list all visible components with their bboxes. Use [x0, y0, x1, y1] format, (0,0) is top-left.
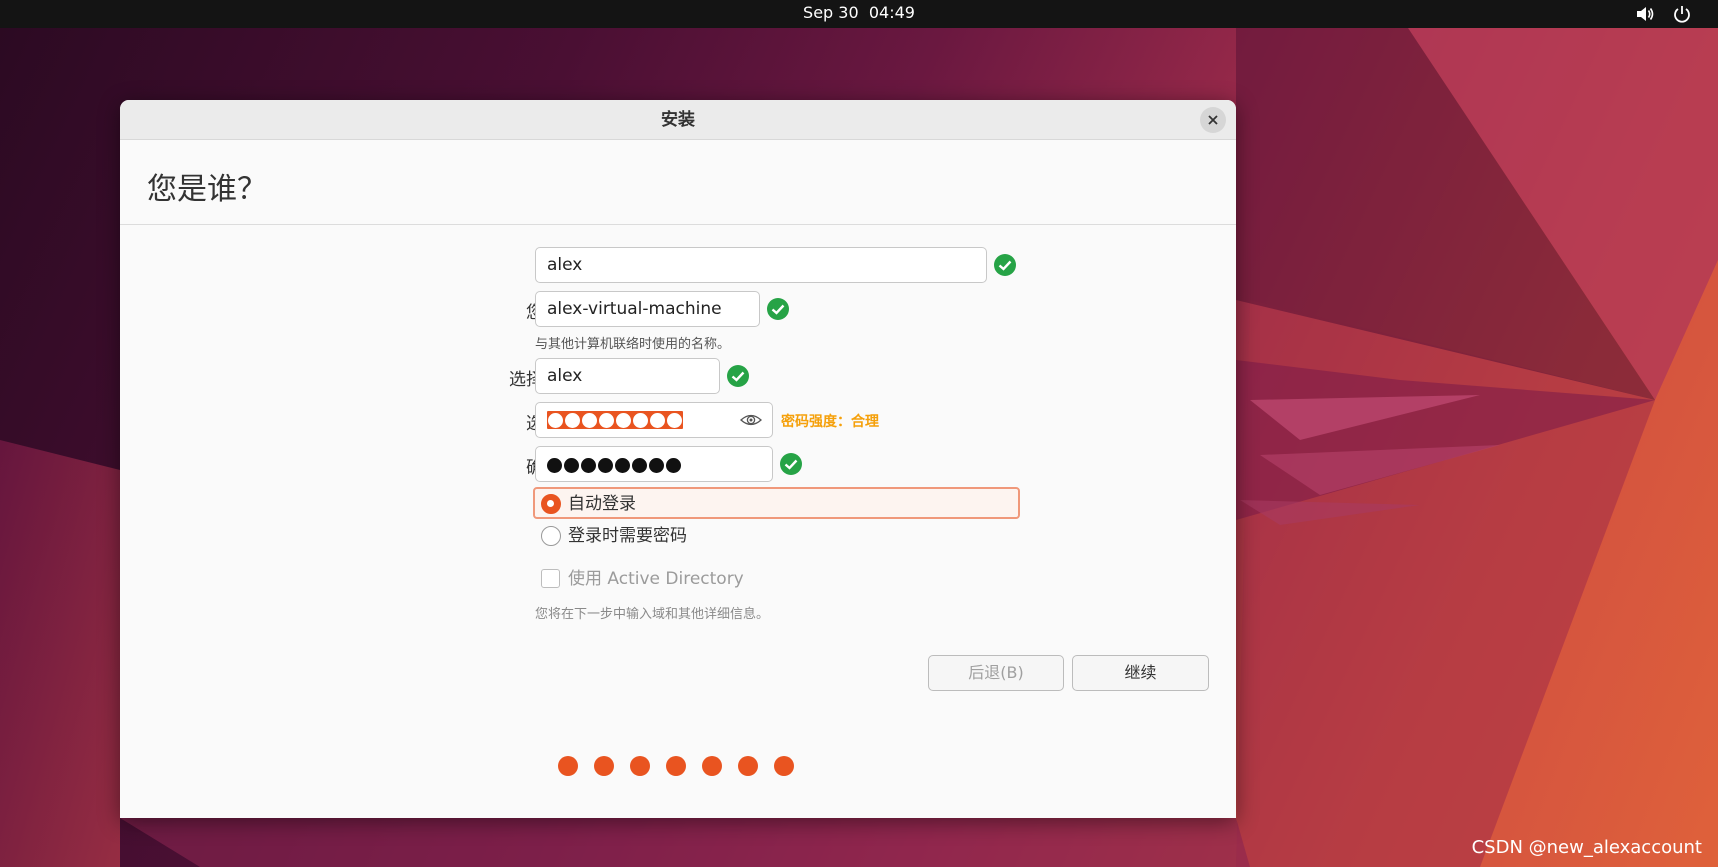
password-field[interactable]: [535, 402, 773, 438]
continue-button[interactable]: 继续: [1072, 655, 1209, 691]
window-title: 安装: [661, 110, 695, 130]
name-field[interactable]: alex: [535, 247, 987, 283]
auto-login-label: 自动登录: [568, 494, 636, 514]
clock-time: 04:49: [868, 3, 915, 22]
password-masked-value: [547, 411, 683, 429]
page-header: 您是谁？: [120, 140, 1236, 225]
username-field[interactable]: alex: [535, 358, 720, 394]
password-strength: 密码强度：合理: [781, 414, 879, 430]
confirm-password-valid-check-icon: [780, 453, 802, 475]
confirm-password-masked-value: [547, 456, 681, 474]
active-directory-label: 使用 Active Directory: [568, 569, 744, 589]
auto-login-option[interactable]: 自动登录: [533, 487, 1020, 519]
auto-login-radio[interactable]: [541, 494, 561, 514]
computer-name-valid-check-icon: [767, 298, 789, 320]
active-directory-hint: 您将在下一步中输入域和其他详细信息。: [535, 607, 770, 622]
close-button[interactable]: [1200, 107, 1226, 133]
power-icon[interactable]: [1672, 4, 1692, 24]
show-password-eye-icon[interactable]: [740, 412, 762, 428]
progress-step-dot: [774, 756, 794, 776]
require-password-label: 登录时需要密码: [568, 526, 687, 546]
progress-step-dot: [738, 756, 758, 776]
back-button[interactable]: 后退(B): [928, 655, 1064, 691]
progress-step-dot: [630, 756, 650, 776]
progress-step-dot: [558, 756, 578, 776]
top-bar: Sep 30 04:49: [0, 0, 1718, 28]
progress-step-dot: [702, 756, 722, 776]
computer-name-field[interactable]: alex-virtual-machine: [535, 291, 760, 327]
page-title: 您是谁？: [147, 172, 267, 207]
require-password-option[interactable]: 登录时需要密码: [535, 520, 835, 552]
require-password-radio[interactable]: [541, 526, 561, 546]
watermark: CSDN @new_alexaccount: [1471, 837, 1702, 858]
confirm-password-field[interactable]: [535, 446, 773, 482]
clock-date: Sep 30: [803, 3, 859, 22]
installer-dialog: 安装 您是谁？ 您的姓名： alex 您的计算机名： alex-virtual-…: [120, 100, 1236, 818]
name-valid-check-icon: [994, 254, 1016, 276]
clock[interactable]: Sep 30 04:49: [0, 0, 1718, 28]
progress-step-dot: [666, 756, 686, 776]
active-directory-checkbox[interactable]: [541, 569, 560, 588]
install-progress-dots: [558, 756, 794, 776]
computer-name-hint: 与其他计算机联络时使用的名称。: [535, 337, 731, 352]
close-icon: [1208, 115, 1218, 125]
progress-step-dot: [594, 756, 614, 776]
volume-icon[interactable]: [1635, 5, 1655, 23]
dialog-titlebar: 安装: [120, 100, 1236, 140]
active-directory-option[interactable]: 使用 Active Directory: [535, 563, 835, 595]
username-valid-check-icon: [727, 365, 749, 387]
